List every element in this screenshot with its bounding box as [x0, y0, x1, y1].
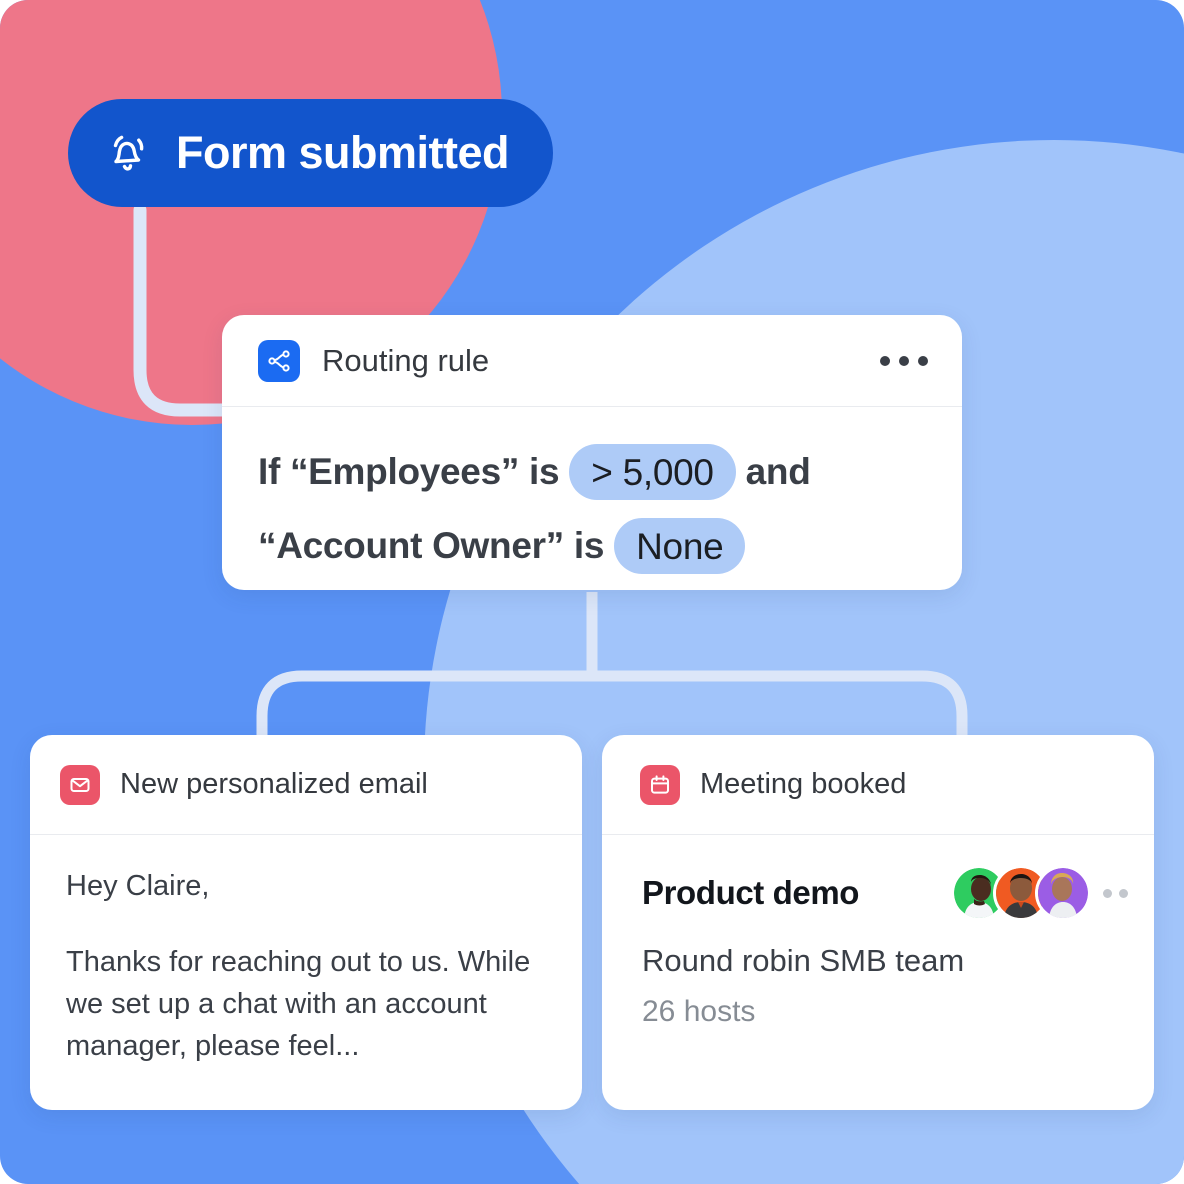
rule-chip-account-owner[interactable]: None: [614, 518, 746, 574]
meeting-booked-card[interactable]: Meeting booked Product demo Round robin …: [602, 735, 1154, 1110]
email-card-title: New personalized email: [120, 768, 428, 800]
workflow-illustration: Form submitted Routing rule If “Employee…: [0, 0, 1184, 1184]
email-card-body: Hey Claire, Thanks for reaching out to u…: [30, 835, 582, 1067]
meeting-card-title: Meeting booked: [700, 768, 907, 800]
rule-line1-suffix: and: [745, 451, 811, 492]
routing-rule-card[interactable]: Routing rule If “Employees” is > 5,000 a…: [222, 315, 962, 590]
meeting-title-row: Product demo: [642, 865, 1128, 921]
meeting-team: Round robin SMB team: [642, 943, 965, 978]
rule-chip-employees[interactable]: > 5,000: [569, 444, 736, 500]
meeting-card-header: Meeting booked: [602, 735, 1154, 835]
routing-rule-title: Routing rule: [322, 342, 490, 378]
bell-ringing-icon: [102, 127, 154, 179]
rule-line1-prefix: If “Employees” is: [258, 451, 560, 492]
email-paragraph: Thanks for reaching out to us. While we …: [66, 946, 531, 1062]
host-avatar-group[interactable]: [951, 865, 1128, 921]
form-submitted-badge[interactable]: Form submitted: [68, 99, 554, 207]
meeting-hosts-count: 26 hosts: [642, 995, 756, 1028]
routing-rule-body: If “Employees” is > 5,000 and “Account O…: [222, 407, 962, 583]
meeting-card-body: Product demo Round robin SMB team 26 hos…: [602, 835, 1154, 1029]
routing-rule-header: Routing rule: [222, 315, 962, 407]
badge-label: Form submitted: [176, 127, 510, 178]
personalized-email-card[interactable]: New personalized email Hey Claire, Thank…: [30, 735, 582, 1110]
email-greeting: Hey Claire,: [66, 870, 210, 902]
calendar-icon: [640, 764, 680, 805]
rule-line2-prefix: “Account Owner” is: [258, 525, 605, 566]
envelope-icon: [60, 764, 100, 805]
more-options-icon[interactable]: [874, 346, 934, 376]
more-hosts-dots[interactable]: [1103, 888, 1128, 898]
routing-branch-icon: [258, 339, 300, 382]
rule-condition-line-1: If “Employees” is > 5,000 and: [258, 435, 926, 509]
email-card-header: New personalized email: [30, 735, 582, 835]
rule-condition-line-2: “Account Owner” is None: [258, 509, 926, 583]
avatar-host-3[interactable]: [1035, 865, 1091, 921]
meeting-name: Product demo: [642, 874, 860, 911]
